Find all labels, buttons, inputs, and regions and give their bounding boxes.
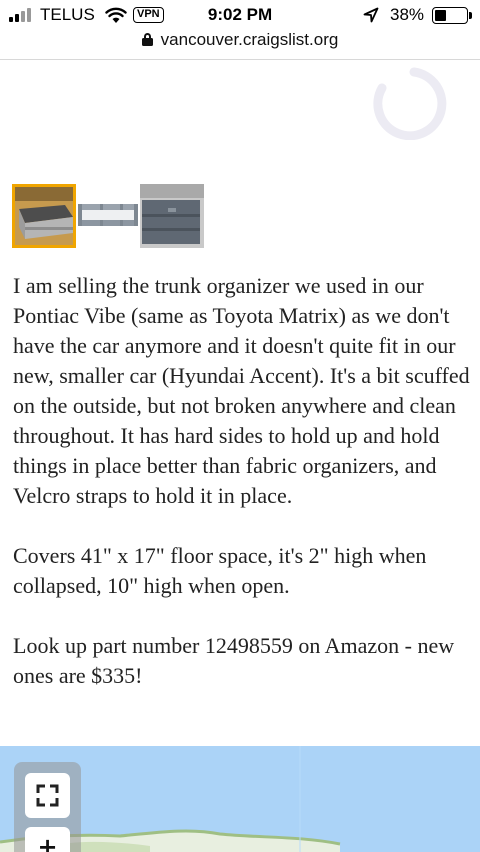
posting-body: I am selling the trunk organizer we used… — [13, 271, 473, 721]
zoom-in-label: + — [37, 833, 58, 852]
description-paragraph: Covers 41" x 17" floor space, it's 2" hi… — [13, 543, 427, 598]
trunk-organizer-photo-1 — [15, 187, 73, 245]
loading-spinner-icon — [373, 67, 447, 140]
status-bar: TELUS VPN 9:02 PM 38% — [0, 0, 480, 32]
map-controls: + — [14, 762, 81, 852]
trunk-organizer-photo-3 — [140, 184, 204, 248]
battery-percentage: 38% — [390, 5, 425, 24]
fullscreen-button[interactable] — [25, 773, 70, 818]
lock-icon — [141, 33, 153, 46]
battery-fill — [435, 10, 447, 21]
fullscreen-icon — [36, 784, 59, 807]
location-arrow-icon — [363, 7, 379, 23]
location-map[interactable]: + — [0, 746, 480, 852]
battery-icon — [432, 7, 468, 24]
description-paragraph: I am selling the trunk organizer we used… — [13, 273, 470, 508]
thumbnail-1[interactable] — [12, 184, 76, 248]
zoom-in-button[interactable]: + — [25, 827, 70, 852]
description-paragraph: Look up part number 12498559 on Amazon -… — [13, 633, 455, 688]
trunk-organizer-photo-2 — [76, 184, 140, 248]
thumbnail-2[interactable] — [76, 184, 140, 248]
url-text: vancouver.craigslist.org — [160, 30, 339, 49]
address-bar[interactable]: vancouver.craigslist.org — [0, 30, 480, 58]
battery-cap — [469, 12, 472, 19]
thumbnail-3[interactable] — [140, 184, 204, 248]
toolbar-divider — [0, 59, 480, 60]
